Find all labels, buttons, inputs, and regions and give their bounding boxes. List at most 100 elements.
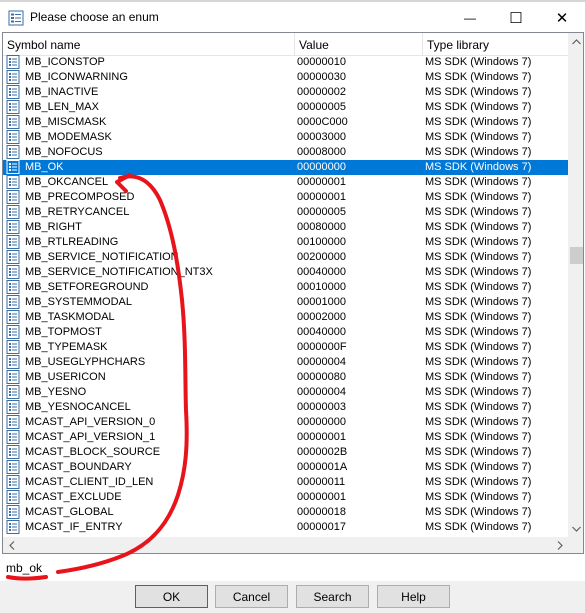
list-row[interactable]: MCAST_IF_ENTRY 00000017 MS SDK (Windows 7) — [3, 520, 568, 535]
enum-member-icon — [6, 145, 20, 159]
list-row[interactable]: MB_RTLREADING 00100000 MS SDK (Windows 7) — [3, 235, 568, 250]
value-cell: 00000004 — [297, 386, 346, 398]
scroll-up-button[interactable] — [568, 33, 583, 50]
list-row[interactable]: MB_NOFOCUS 00008000 MS SDK (Windows 7) — [3, 145, 568, 160]
list-row[interactable]: MB_TASKMODAL 00002000 MS SDK (Windows 7) — [3, 310, 568, 325]
type-library-cell: MS SDK (Windows 7) — [425, 86, 532, 98]
value-cell: 00000004 — [297, 356, 346, 368]
type-library-cell: MS SDK (Windows 7) — [425, 476, 532, 488]
type-library-cell: MS SDK (Windows 7) — [425, 236, 532, 248]
type-library-cell: MS SDK (Windows 7) — [425, 116, 532, 128]
type-library-cell: MS SDK (Windows 7) — [425, 506, 532, 518]
type-library-cell: MS SDK (Windows 7) — [425, 521, 532, 533]
minimize-button[interactable]: — — [447, 4, 493, 32]
close-icon: ✕ — [555, 10, 569, 27]
list-row[interactable]: MB_YESNOCANCEL 00000003 MS SDK (Windows 7) — [3, 400, 568, 415]
list-row[interactable]: MB_TOPMOST 00040000 MS SDK (Windows 7) — [3, 325, 568, 340]
scroll-right-arrow-icon — [557, 541, 563, 550]
column-header-symbol-name[interactable]: Symbol name — [3, 33, 295, 55]
list-row[interactable]: MB_LEN_MAX 00000005 MS SDK (Windows 7) — [3, 100, 568, 115]
enum-member-icon — [6, 190, 20, 204]
value-cell: 0000C000 — [297, 116, 348, 128]
list-row[interactable]: MB_SYSTEMMODAL 00001000 MS SDK (Windows 7) — [3, 295, 568, 310]
type-library-cell: MS SDK (Windows 7) — [425, 386, 532, 398]
maximize-button[interactable]: ☐ — [493, 4, 539, 32]
column-header-value[interactable]: Value — [295, 33, 423, 55]
cancel-button[interactable]: Cancel — [215, 585, 288, 608]
list-row[interactable]: MB_ICONSTOP 00000010 MS SDK (Windows 7) — [3, 55, 568, 70]
vertical-scrollbar[interactable] — [568, 33, 583, 537]
type-library-cell: MS SDK (Windows 7) — [425, 356, 532, 368]
symbol-name-cell: MB_SETFOREGROUND — [25, 281, 149, 293]
type-library-cell: MS SDK (Windows 7) — [425, 71, 532, 83]
value-cell: 00000001 — [297, 491, 346, 503]
horizontal-scrollbar[interactable] — [3, 537, 568, 553]
scroll-down-button[interactable] — [568, 520, 583, 537]
window-title: Please choose an enum — [30, 10, 159, 24]
type-library-cell: MS SDK (Windows 7) — [425, 131, 532, 143]
value-cell: 00000005 — [297, 206, 346, 218]
scroll-left-button[interactable] — [3, 537, 20, 553]
value-cell: 00040000 — [297, 326, 346, 338]
close-button[interactable]: ✕ — [539, 4, 585, 32]
list-row[interactable]: MB_INACTIVE 00000002 MS SDK (Windows 7) — [3, 85, 568, 100]
value-cell: 00040000 — [297, 266, 346, 278]
list-row[interactable]: MB_USERICON 00000080 MS SDK (Windows 7) — [3, 370, 568, 385]
list-row[interactable]: MCAST_API_VERSION_1 00000001 MS SDK (Windo… — [3, 430, 568, 445]
enum-member-icon — [6, 115, 20, 129]
enum-search-input[interactable] — [3, 557, 581, 578]
list-row[interactable]: MB_MISCMASK 0000C000 MS SDK (Windows 7) — [3, 115, 568, 130]
column-header-type-library[interactable]: Type library — [423, 33, 568, 55]
list-row[interactable]: MB_RIGHT 00080000 MS SDK (Windows 7) — [3, 220, 568, 235]
list-row[interactable]: MB_SERVICE_NOTIFICATION 00200000 MS SDK (W… — [3, 250, 568, 265]
list-row[interactable]: MCAST_BOUNDARY 0000001A MS SDK (Windows 7) — [3, 460, 568, 475]
symbol-name-cell: MB_OK — [25, 161, 64, 173]
symbol-name-cell: MB_ICONSTOP — [25, 56, 105, 68]
list-row[interactable]: MCAST_API_VERSION_0 00000000 MS SDK (Windo… — [3, 415, 568, 430]
type-library-cell: MS SDK (Windows 7) — [425, 206, 532, 218]
symbol-name-cell: MB_MISCMASK — [25, 116, 107, 128]
enum-list-icon — [8, 10, 24, 26]
enum-member-icon — [6, 175, 20, 189]
list-row[interactable]: MB_MODEMASK 00003000 MS SDK (Windows 7) — [3, 130, 568, 145]
type-library-cell: MS SDK (Windows 7) — [425, 101, 532, 113]
title-bar[interactable]: Please choose an enum — ☐ ✕ — [0, 2, 585, 32]
type-library-cell: MS SDK (Windows 7) — [425, 281, 532, 293]
list-row-selected[interactable]: MB_OK 00000000 MS SDK (Windows 7) — [3, 160, 568, 175]
help-button[interactable]: Help — [377, 585, 450, 608]
list-row[interactable]: MCAST_GLOBAL 00000018 MS SDK (Windows 7) — [3, 505, 568, 520]
list-row[interactable]: MB_OKCANCEL 00000001 MS SDK (Windows 7) — [3, 175, 568, 190]
symbol-name-cell: MB_TASKMODAL — [25, 311, 115, 323]
type-library-cell: MS SDK (Windows 7) — [425, 251, 532, 263]
scroll-up-arrow-icon — [572, 38, 581, 44]
list-row[interactable]: MCAST_CLIENT_ID_LEN 00000011 MS SDK (Windo… — [3, 475, 568, 490]
list-row[interactable]: MB_ICONWARNING 00000030 MS SDK (Windows 7) — [3, 70, 568, 85]
enum-list-view[interactable]: Symbol name Value Type library MB_ICONST… — [2, 32, 584, 554]
list-row[interactable]: MB_PRECOMPOSED 00000001 MS SDK (Windows 7) — [3, 190, 568, 205]
enum-member-icon — [6, 205, 20, 219]
scroll-right-button[interactable] — [551, 537, 568, 553]
enum-member-icon — [6, 460, 20, 474]
list-row[interactable]: MB_RETRYCANCEL 00000005 MS SDK (Windows 7) — [3, 205, 568, 220]
list-row[interactable]: MB_TYPEMASK 0000000F MS SDK (Windows 7) — [3, 340, 568, 355]
symbol-name-cell: MCAST_GLOBAL — [25, 506, 114, 518]
symbol-name-cell: MCAST_BOUNDARY — [25, 461, 132, 473]
value-cell: 00000080 — [297, 371, 346, 383]
list-row[interactable]: MB_YESNO 00000004 MS SDK (Windows 7) — [3, 385, 568, 400]
list-row[interactable]: MCAST_EXCLUDE 00000001 MS SDK (Windows 7) — [3, 490, 568, 505]
search-button[interactable]: Search — [296, 585, 369, 608]
list-row[interactable]: MCAST_BLOCK_SOURCE 0000002B MS SDK (Window… — [3, 445, 568, 460]
vertical-scroll-thumb[interactable] — [570, 247, 583, 264]
symbol-name-cell: MB_SERVICE_NOTIFICATION_NT3X — [25, 266, 213, 278]
list-row[interactable]: MB_SERVICE_NOTIFICATION_NT3X 00040000 MS S… — [3, 265, 568, 280]
enum-member-icon — [6, 70, 20, 84]
type-library-cell: MS SDK (Windows 7) — [425, 401, 532, 413]
value-cell: 00000011 — [297, 476, 346, 488]
enum-member-icon — [6, 325, 20, 339]
ok-button[interactable]: OK — [135, 585, 208, 608]
value-cell: 00010000 — [297, 281, 346, 293]
list-row[interactable]: MB_USEGLYPHCHARS 00000004 MS SDK (Windows … — [3, 355, 568, 370]
minimize-icon: — — [464, 11, 476, 25]
type-library-cell: MS SDK (Windows 7) — [425, 326, 532, 338]
list-row[interactable]: MB_SETFOREGROUND 00010000 MS SDK (Windows … — [3, 280, 568, 295]
